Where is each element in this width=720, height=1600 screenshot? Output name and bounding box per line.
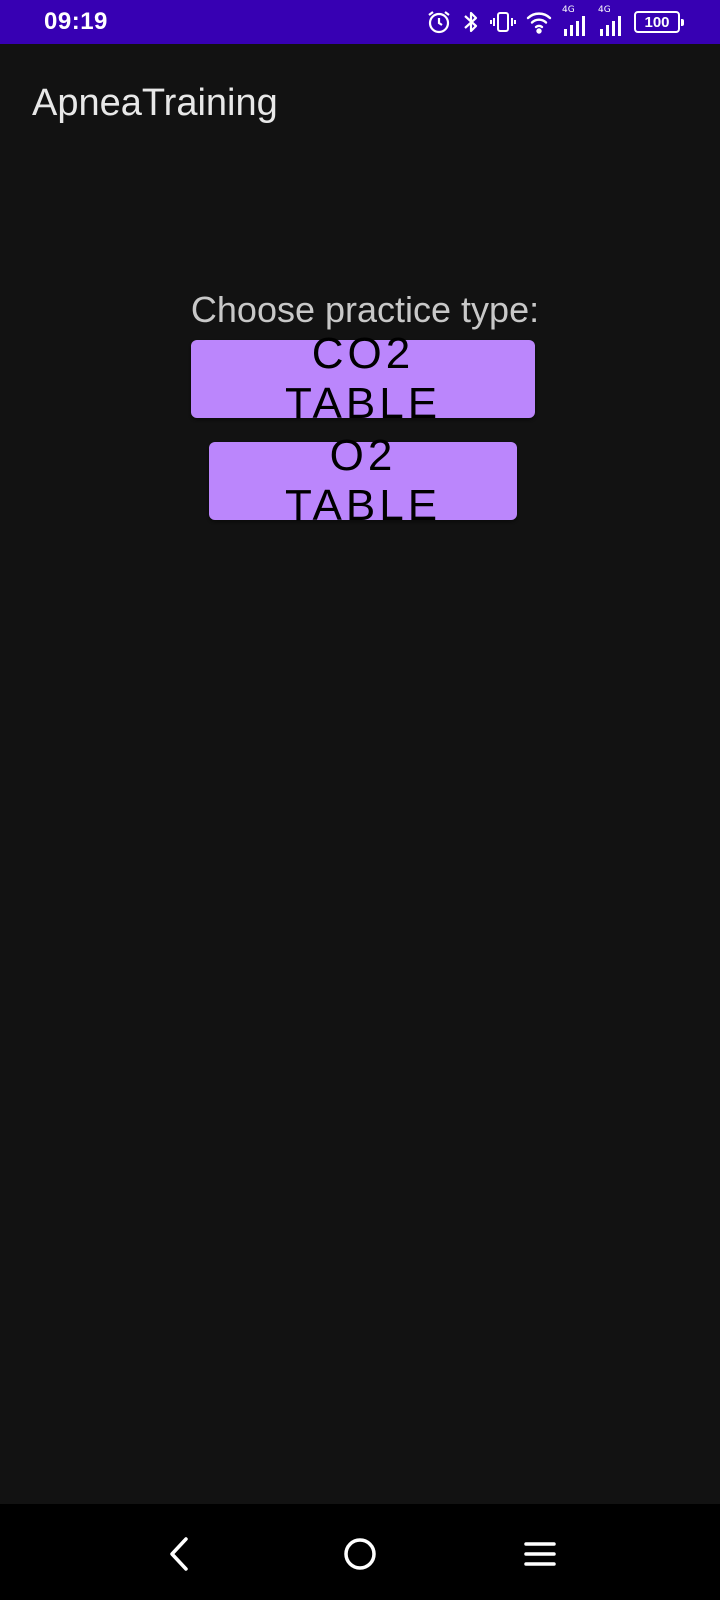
o2-table-button[interactable]: O2 TABLE (209, 431, 517, 530)
battery-level: 100 (644, 13, 670, 31)
app-bar: ApneaTraining (0, 44, 720, 164)
bluetooth-icon (462, 9, 480, 35)
wifi-icon (526, 10, 552, 34)
back-icon[interactable] (160, 1534, 200, 1574)
vibrate-icon (490, 9, 516, 35)
status-icons: 4G 4G 100 (426, 5, 684, 37)
navigation-bar (0, 1504, 720, 1600)
signal-tag: 4G (562, 5, 575, 15)
app-title: ApneaTraining (32, 82, 278, 124)
status-time: 09:19 (44, 8, 108, 35)
battery-icon: 100 (634, 11, 684, 33)
signal-tag: 4G (598, 5, 611, 15)
alarm-icon (426, 9, 452, 35)
co2-table-button[interactable]: CO2 TABLE (191, 329, 535, 428)
screen: 09:19 4G 4G 100 ApneaTraining Choose pra… (0, 0, 720, 1600)
home-icon[interactable] (340, 1534, 380, 1574)
signal-4g-icon: 4G (562, 5, 588, 37)
menu-icon[interactable] (520, 1534, 560, 1574)
main-content: Choose practice type: CO2 TABLE O2 TABLE (0, 288, 720, 530)
practice-type-prompt: Choose practice type: (190, 289, 540, 330)
status-bar: 09:19 4G 4G 100 (0, 0, 720, 44)
signal-4g-icon: 4G (598, 5, 624, 37)
